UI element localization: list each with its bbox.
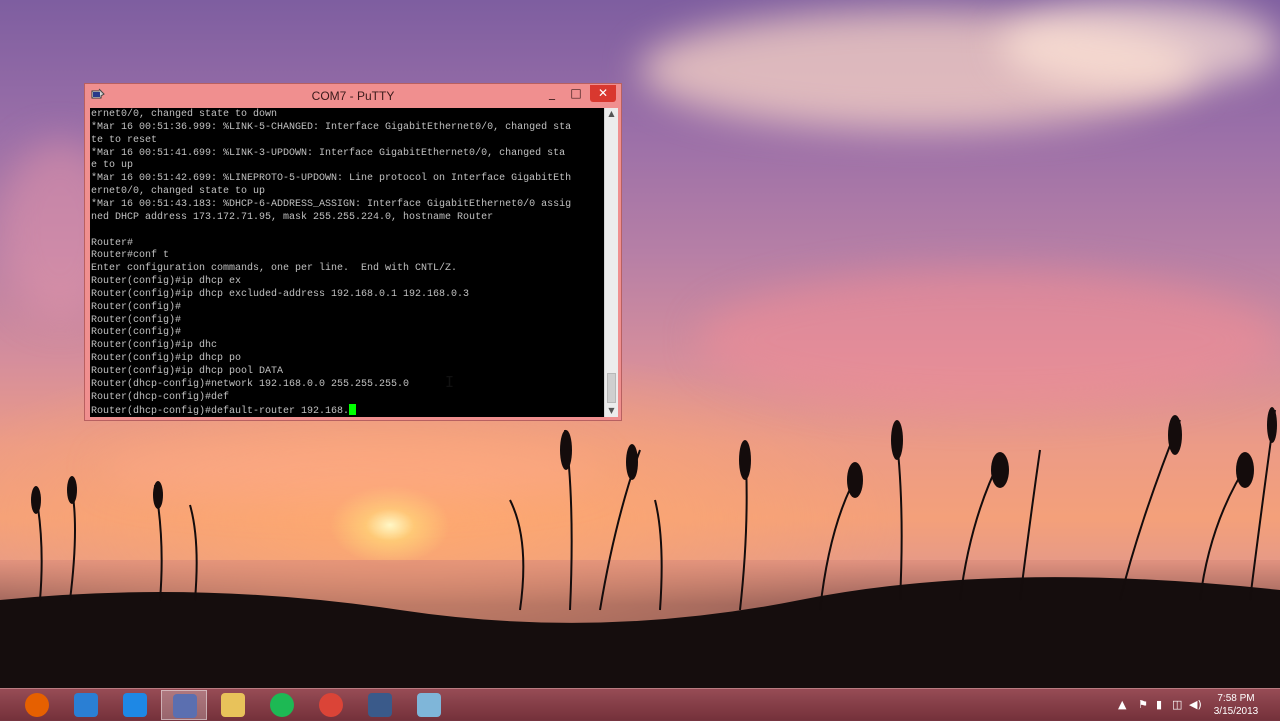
terminal-line: *Mar 16 00:51:36.999: %LINK-5-CHANGED: I… <box>91 121 572 133</box>
chevron-up-icon[interactable]: ▲ <box>1118 698 1126 711</box>
terminal-line: Router# <box>91 237 134 249</box>
terminal-line: Router(config)# <box>91 327 182 339</box>
terminal-line: Enter configuration commands, one per li… <box>91 263 458 275</box>
terminal-line: Router(config)#ip dhcp ex <box>91 276 242 288</box>
terminal-cursor <box>349 403 357 415</box>
network-icon[interactable]: ◫ <box>1172 698 1182 711</box>
scroll-up-arrow-icon[interactable]: ▲ <box>605 108 618 120</box>
putty-icon <box>173 694 197 718</box>
terminal-line: ernet0/0, changed state to up <box>91 186 266 198</box>
clock-time: 7:58 PM <box>1217 693 1255 704</box>
terminal-output[interactable]: ernet0/0, changed state to down *Mar 16 0… <box>90 108 604 417</box>
terminal-line: Router(config)#ip dhcp po <box>91 353 242 365</box>
terminal-line: Router(config)#ip dhcp pool DATA <box>91 366 284 377</box>
taskbar-app-putty[interactable] <box>161 690 207 720</box>
taskbar-app-chrome[interactable] <box>308 690 354 720</box>
terminal-line: e to up <box>91 160 134 172</box>
maximize-button[interactable]: □ <box>564 85 588 102</box>
volume-icon[interactable]: ◀) <box>1189 698 1202 711</box>
internet-explorer-icon <box>123 693 147 717</box>
title-bar[interactable]: COM7 - PuTTY _ □ ✕ <box>85 84 621 108</box>
putty-window[interactable]: COM7 - PuTTY _ □ ✕ ernet0/0, changed sta… <box>84 83 622 421</box>
text-cursor-icon: I <box>445 373 455 391</box>
chrome-icon <box>319 693 343 717</box>
close-button[interactable]: ✕ <box>590 85 616 102</box>
taskbar-app-internet-explorer[interactable] <box>112 690 158 720</box>
device-icon[interactable]: ▮ <box>1156 698 1162 711</box>
taskbar-app-file-explorer[interactable] <box>210 690 256 720</box>
terminal-line: ned DHCP address 173.172.71.95, mask 255… <box>91 211 494 223</box>
terminal-line: Router(config)#ip dhcp excluded-address … <box>91 288 470 300</box>
flag-icon[interactable]: ⚑ <box>1138 698 1148 711</box>
terminal-line: Router(config)# <box>91 301 182 313</box>
terminal-line: Router(dhcp-config)#network 192.168.0.0 … <box>91 378 410 390</box>
terminal-line: Router(config)#ip dhc <box>91 340 218 352</box>
terminal-line: *Mar 16 00:51:42.699: %LINEPROTO-5-UPDOW… <box>91 173 572 185</box>
terminal-line: Router(dhcp-config)#default-router 192.1… <box>91 403 357 417</box>
taskbar-app-spotify[interactable] <box>259 690 305 720</box>
terminal-line: Router(config)# <box>91 314 182 326</box>
scrollbar-thumb[interactable] <box>607 373 616 403</box>
spotify-icon <box>270 693 294 717</box>
notepad-icon <box>417 693 441 717</box>
terminal-line: Router#conf t <box>91 250 170 262</box>
terminal-line: te to reset <box>91 134 158 146</box>
terminal-line: *Mar 16 00:51:41.699: %LINK-3-UPDOWN: In… <box>91 147 566 159</box>
vertical-scrollbar[interactable]: ▲ ▼ <box>604 108 618 417</box>
minimize-button[interactable]: _ <box>540 85 564 102</box>
scroll-down-arrow-icon[interactable]: ▼ <box>605 405 618 417</box>
taskbar-app-notepad[interactable] <box>406 690 452 720</box>
taskbar: ▲ ⚑ ▮ ◫ ◀) 7:58 PM 3/15/2013 <box>0 688 1280 721</box>
terminal-line: ernet0/0, changed state to down <box>91 109 278 120</box>
taskbar-app-solarwinds[interactable] <box>357 690 403 720</box>
terminal-line: *Mar 16 00:51:43.183: %DHCP-6-ADDRESS_AS… <box>91 198 572 210</box>
solarwinds-icon <box>368 693 392 717</box>
taskbar-app-firefox[interactable] <box>14 690 60 720</box>
file-explorer-icon <box>221 693 245 717</box>
taskbar-app-remote-desktop[interactable] <box>63 690 109 720</box>
clock-date: 3/15/2013 <box>1213 706 1259 717</box>
firefox-icon <box>25 693 49 717</box>
remote-desktop-icon <box>74 693 98 717</box>
system-clock[interactable]: 7:58 PM 3/15/2013 <box>1206 692 1266 718</box>
terminal-line: Router(dhcp-config)#def <box>91 391 230 403</box>
